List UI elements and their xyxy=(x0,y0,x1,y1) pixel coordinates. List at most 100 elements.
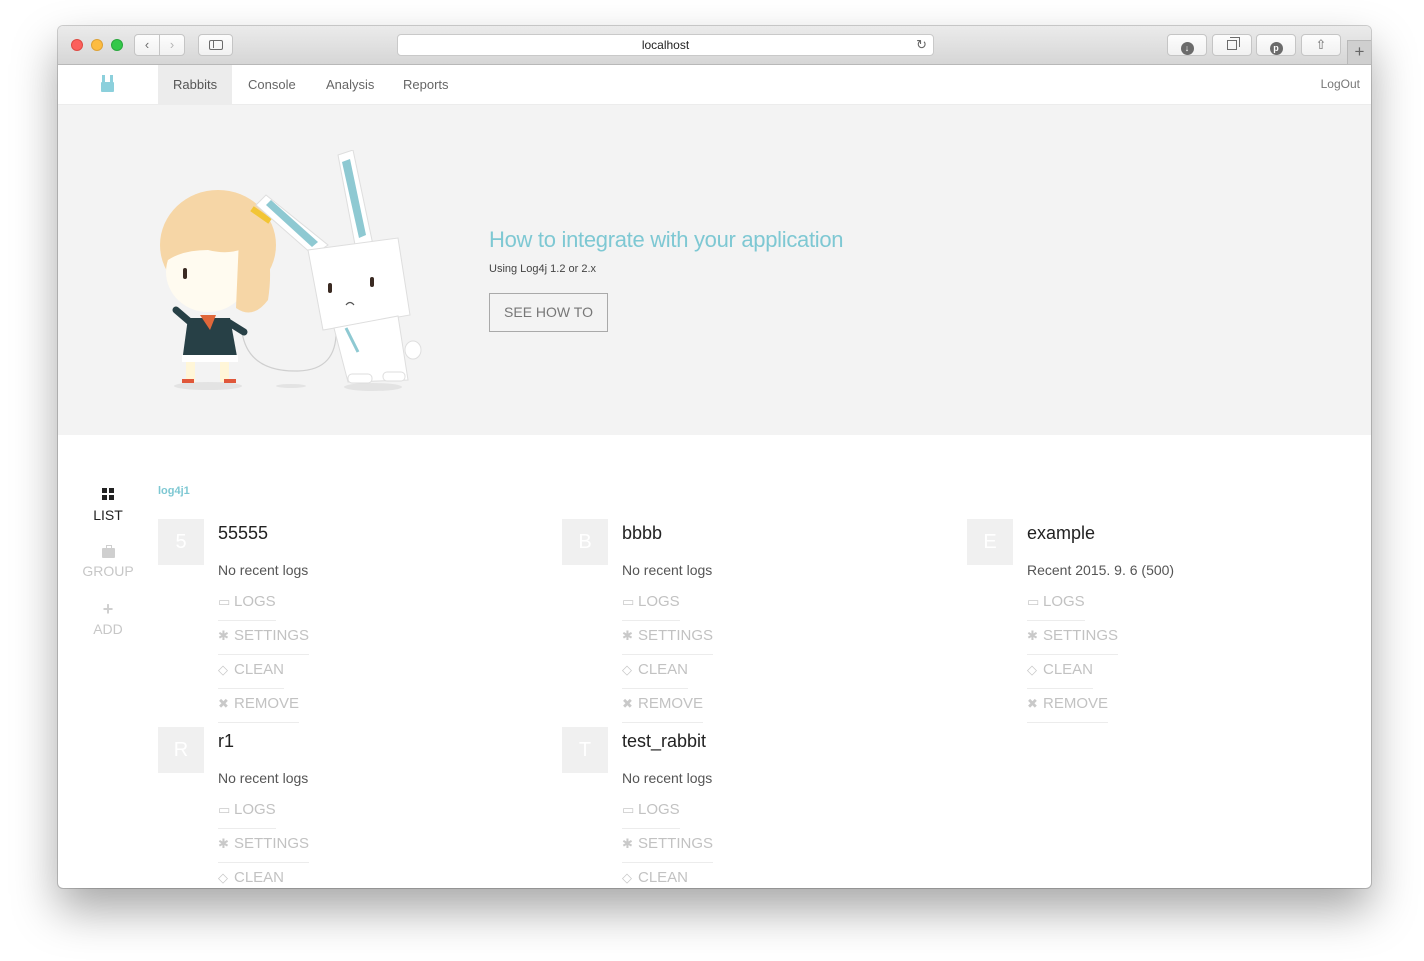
remove-action[interactable]: ✖ REMOVE xyxy=(218,689,300,723)
sidebar-toggle-button[interactable] xyxy=(198,34,233,56)
rabbit-card: R r1 No recent logs ▭ LOGS ✱ SETTINGS ◇ CLE… xyxy=(158,727,562,888)
clean-label: CLEAN xyxy=(234,869,285,886)
view-group-button[interactable]: GROUP xyxy=(58,543,158,579)
pinterest-icon: p xyxy=(1269,42,1283,55)
downloads-button[interactable]: ↓ xyxy=(1167,34,1207,56)
minimize-window-button[interactable] xyxy=(91,39,103,51)
rabbit-card: 5 55555 No recent logs ▭ LOGS ✱ SETTINGS ◇… xyxy=(158,519,562,723)
group-label[interactable]: log4j1 xyxy=(158,485,190,497)
view-switcher: LIST GROUP + ADD xyxy=(58,435,158,888)
settings-action[interactable]: ✱ SETTINGS xyxy=(218,621,310,655)
remove-action[interactable]: ✖ REMOVE xyxy=(1027,689,1109,723)
logs-action[interactable]: ▭ LOGS xyxy=(1027,587,1085,621)
zoom-window-button[interactable] xyxy=(111,39,123,51)
logs-label: LOGS xyxy=(234,801,276,818)
share-button[interactable]: ⇧ xyxy=(1301,34,1341,56)
gear-icon: ✱ xyxy=(218,836,229,851)
app-navbar: Rabbits Console Analysis Reports LogOut xyxy=(58,65,1371,105)
plus-icon: + xyxy=(102,599,114,619)
address-bar[interactable]: localhost ↻ xyxy=(397,34,934,56)
logs-action[interactable]: ▭ LOGS xyxy=(218,587,276,621)
remove-label: REMOVE xyxy=(234,695,300,712)
clean-action[interactable]: ◇ CLEAN xyxy=(218,655,285,689)
nav-item-analysis[interactable]: Analysis xyxy=(311,65,389,104)
rabbit-status: No recent logs xyxy=(622,562,713,578)
eraser-icon: ◇ xyxy=(622,662,632,677)
close-icon: ✖ xyxy=(622,696,633,711)
clean-label: CLEAN xyxy=(234,661,285,678)
logs-action[interactable]: ▭ LOGS xyxy=(622,587,680,621)
clean-action[interactable]: ◇ CLEAN xyxy=(622,655,689,689)
clean-label: CLEAN xyxy=(638,869,689,886)
tabs-icon xyxy=(1227,37,1240,50)
clean-action[interactable]: ◇ CLEAN xyxy=(622,863,688,888)
eraser-icon: ◇ xyxy=(218,870,228,885)
browser-toolbar: ‹ › localhost ↻ ↓ p ⇧ + xyxy=(58,26,1371,65)
see-how-to-button[interactable]: SEE HOW TO xyxy=(489,293,608,332)
reload-icon[interactable]: ↻ xyxy=(916,35,927,55)
hero-banner: How to integrate with your application U… xyxy=(58,105,1371,435)
settings-action[interactable]: ✱ SETTINGS xyxy=(622,621,714,655)
briefcase-icon xyxy=(58,543,158,559)
rabbit-avatar: 5 xyxy=(158,519,204,565)
logs-action[interactable]: ▭ LOGS xyxy=(218,795,276,829)
inbox-icon: ▭ xyxy=(622,594,635,609)
forward-button[interactable]: › xyxy=(159,34,185,56)
settings-action[interactable]: ✱ SETTINGS xyxy=(218,829,310,863)
logs-action[interactable]: ▭ LOGS xyxy=(622,795,680,829)
tab-overview-button[interactable] xyxy=(1212,34,1252,56)
logs-label: LOGS xyxy=(234,593,276,610)
hero-title: How to integrate with your application xyxy=(489,227,844,252)
settings-action[interactable]: ✱ SETTINGS xyxy=(1027,621,1119,655)
app-logo-icon[interactable] xyxy=(100,75,116,93)
rabbit-status: No recent logs xyxy=(218,770,309,786)
url-text: localhost xyxy=(641,38,690,52)
rabbit-name[interactable]: example xyxy=(1027,523,1095,544)
rabbit-name[interactable]: r1 xyxy=(218,731,234,752)
clean-action[interactable]: ◇ CLEAN xyxy=(218,863,284,888)
rabbit-status: Recent 2015. 9. 6 (500) xyxy=(1027,562,1175,578)
browser-window: ‹ › localhost ↻ ↓ p ⇧ + Rabbits Console … xyxy=(58,26,1371,888)
settings-action[interactable]: ✱ SETTINGS xyxy=(622,829,714,863)
rabbit-avatar: E xyxy=(967,519,1013,565)
eraser-icon: ◇ xyxy=(622,870,632,885)
back-button[interactable]: ‹ xyxy=(134,34,160,56)
inbox-icon: ▭ xyxy=(622,802,635,817)
clean-action[interactable]: ◇ CLEAN xyxy=(1027,655,1094,689)
share-icon: ⇧ xyxy=(1315,37,1327,52)
clean-label: CLEAN xyxy=(638,661,689,678)
nav-item-reports[interactable]: Reports xyxy=(388,65,464,104)
rabbit-card: E example Recent 2015. 9. 6 (500) ▭ LOGS … xyxy=(967,519,1371,723)
logout-link[interactable]: LogOut xyxy=(1321,65,1360,104)
rabbit-name[interactable]: test_rabbit xyxy=(622,731,706,752)
close-window-button[interactable] xyxy=(71,39,83,51)
close-icon: ✖ xyxy=(218,696,229,711)
settings-label: SETTINGS xyxy=(638,627,714,644)
view-list-button[interactable]: LIST xyxy=(58,487,158,523)
rabbit-card: T test_rabbit No recent logs ▭ LOGS ✱ SETT… xyxy=(562,727,966,888)
rabbit-name[interactable]: bbbb xyxy=(622,523,662,544)
nav-item-rabbits[interactable]: Rabbits xyxy=(158,65,233,104)
rabbit-card: B bbbb No recent logs ▭ LOGS ✱ SETTINGS ◇ C… xyxy=(562,519,966,723)
remove-action[interactable]: ✖ REMOVE xyxy=(622,689,704,723)
nav-item-console[interactable]: Console xyxy=(233,65,311,104)
girl-and-rabbit-illustration xyxy=(160,150,422,391)
gear-icon: ✱ xyxy=(622,628,633,643)
logs-label: LOGS xyxy=(1043,593,1085,610)
add-rabbit-button[interactable]: + ADD xyxy=(58,599,158,637)
view-group-label: GROUP xyxy=(82,563,134,579)
gear-icon: ✱ xyxy=(622,836,633,851)
settings-label: SETTINGS xyxy=(1043,627,1119,644)
rabbit-avatar: R xyxy=(158,727,204,773)
grid-icon xyxy=(58,487,158,503)
download-icon: ↓ xyxy=(1180,42,1194,55)
rabbit-status: No recent logs xyxy=(622,770,713,786)
gear-icon: ✱ xyxy=(1027,628,1038,643)
view-list-label: LIST xyxy=(93,507,123,523)
pinterest-button[interactable]: p xyxy=(1256,34,1296,56)
settings-label: SETTINGS xyxy=(234,835,310,852)
rabbit-name[interactable]: 55555 xyxy=(218,523,268,544)
new-tab-button[interactable]: + xyxy=(1347,40,1371,64)
close-icon: ✖ xyxy=(1027,696,1038,711)
inbox-icon: ▭ xyxy=(218,802,231,817)
